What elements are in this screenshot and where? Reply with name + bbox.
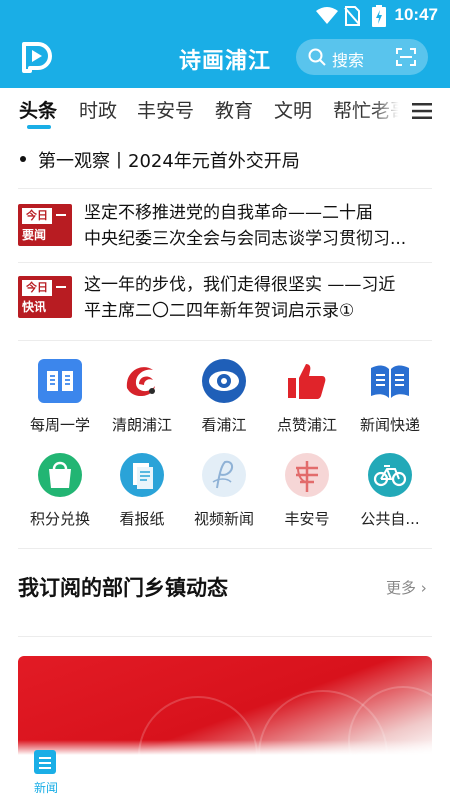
scan-icon[interactable] bbox=[396, 48, 416, 66]
service-watch-pujiang[interactable]: 看浦江 bbox=[181, 358, 267, 446]
tab-education[interactable]: 教育 bbox=[215, 96, 253, 123]
service-label: 视频新闻 bbox=[193, 510, 254, 528]
service-label: 清朗浦江 bbox=[111, 416, 172, 434]
fengan-icon bbox=[285, 453, 329, 497]
no-sim-icon bbox=[344, 6, 360, 26]
shopping-bag-icon bbox=[38, 453, 82, 497]
wifi-icon bbox=[316, 7, 338, 24]
badge-line bbox=[56, 286, 66, 288]
news-title-line: 平主席二〇二四年新年贺词启示录① bbox=[84, 301, 355, 321]
status-time: 10:47 bbox=[394, 5, 438, 24]
today-flash-badge: 今日 快讯 bbox=[18, 276, 72, 318]
more-link[interactable]: 更多 › bbox=[386, 577, 427, 598]
nav-news[interactable]: 新闻 bbox=[24, 746, 68, 796]
thumbs-up-icon bbox=[288, 364, 326, 399]
battery-charging-icon bbox=[372, 5, 386, 27]
service-label: 积分兑换 bbox=[29, 510, 90, 528]
service-like-pujiang[interactable]: 点赞浦江 bbox=[264, 358, 350, 446]
news-item[interactable]: 今日 要闻 坚定不移推进党的自我革命——二十届 中央纪委三次全会与会同志谈学习贯… bbox=[18, 198, 432, 258]
eye-icon bbox=[202, 359, 246, 403]
divider bbox=[18, 340, 432, 341]
news-item[interactable]: 今日 快讯 这一年的步伐，我们走得很坚实 ——习近 平主席二〇二四年新年贺词启示… bbox=[18, 270, 432, 330]
tab-civilization[interactable]: 文明 bbox=[274, 96, 312, 123]
search-placeholder: 搜索 bbox=[332, 51, 365, 70]
open-book-icon bbox=[371, 365, 409, 398]
search-bar[interactable]: 搜索 bbox=[296, 39, 428, 75]
service-video-news[interactable]: 视频新闻 bbox=[181, 452, 267, 540]
news-title-line: 这一年的步伐，我们走得很坚实 ——习近 bbox=[84, 275, 396, 295]
status-bar: 10:47 bbox=[0, 0, 450, 30]
news-title-line: 坚定不移推进党的自我革命——二十届 bbox=[84, 203, 373, 223]
service-label: 看浦江 bbox=[201, 416, 247, 434]
badge-top-text: 今日 bbox=[22, 280, 52, 296]
service-public-bike[interactable]: 公共自... bbox=[347, 452, 433, 540]
service-weekly-study[interactable]: 每周一学 bbox=[17, 358, 103, 446]
today-news-badge: 今日 要闻 bbox=[18, 204, 72, 246]
divider bbox=[18, 262, 432, 263]
headline-item[interactable]: 第一观察丨2024年元首外交开局 bbox=[18, 145, 432, 175]
service-label: 公共自... bbox=[360, 510, 420, 528]
swirl-logo-icon bbox=[120, 359, 164, 403]
service-newspaper[interactable]: 看报纸 bbox=[99, 452, 185, 540]
service-label: 点赞浦江 bbox=[276, 416, 337, 434]
book-icon bbox=[38, 359, 82, 403]
tab-fengan[interactable]: 丰安号 bbox=[137, 96, 194, 123]
service-points-exchange[interactable]: 积分兑换 bbox=[17, 452, 103, 540]
badge-bottom-text: 要闻 bbox=[22, 228, 47, 242]
tab-headline[interactable]: 头条 bbox=[19, 96, 57, 123]
menu-icon[interactable] bbox=[410, 102, 434, 120]
chevron-right-icon: › bbox=[420, 579, 427, 597]
divider bbox=[18, 636, 432, 637]
service-label: 丰安号 bbox=[284, 510, 330, 528]
video-p-icon bbox=[202, 453, 246, 497]
badge-bottom-text: 快讯 bbox=[22, 300, 47, 314]
divider bbox=[18, 548, 432, 549]
top-bar: 10:47 诗画浦江 搜索 bbox=[0, 0, 450, 88]
service-news-express[interactable]: 新闻快递 bbox=[347, 358, 433, 446]
news-title: 这一年的步伐，我们走得很坚实 ——习近 平主席二〇二四年新年贺词启示录① bbox=[84, 272, 424, 324]
channel-tabs: 头条 时政 丰安号 教育 文明 帮忙老哥 bbox=[0, 88, 450, 134]
news-title-line: 中央纪委三次全会与会同志谈学习贯彻习... bbox=[84, 229, 407, 249]
divider bbox=[18, 188, 432, 189]
tab-politics[interactable]: 时政 bbox=[79, 96, 117, 123]
badge-line bbox=[56, 214, 66, 216]
bottom-nav: 新闻 bbox=[0, 740, 450, 800]
service-label: 新闻快递 bbox=[359, 416, 420, 434]
badge-top-text: 今日 bbox=[22, 208, 52, 224]
newspaper-icon bbox=[120, 453, 164, 497]
news-title: 坚定不移推进党的自我革命——二十届 中央纪委三次全会与会同志谈学习贯彻习... bbox=[84, 200, 424, 252]
bicycle-icon bbox=[368, 453, 412, 497]
nav-news-label: 新闻 bbox=[33, 781, 58, 795]
news-tab-icon bbox=[34, 750, 56, 774]
active-tab-indicator bbox=[27, 125, 51, 129]
bullet-dot bbox=[20, 156, 26, 162]
headline-text: 第一观察丨2024年元首外交开局 bbox=[38, 151, 300, 172]
tabs-fade bbox=[372, 88, 410, 134]
service-fengan[interactable]: 丰安号 bbox=[264, 452, 350, 540]
section-title: 我订阅的部门乡镇动态 bbox=[18, 576, 228, 600]
service-clean-pujiang[interactable]: 清朗浦江 bbox=[99, 358, 185, 446]
search-icon bbox=[308, 48, 326, 66]
service-label: 看报纸 bbox=[119, 510, 165, 528]
more-label: 更多 bbox=[386, 579, 417, 597]
service-label: 每周一学 bbox=[29, 416, 90, 434]
